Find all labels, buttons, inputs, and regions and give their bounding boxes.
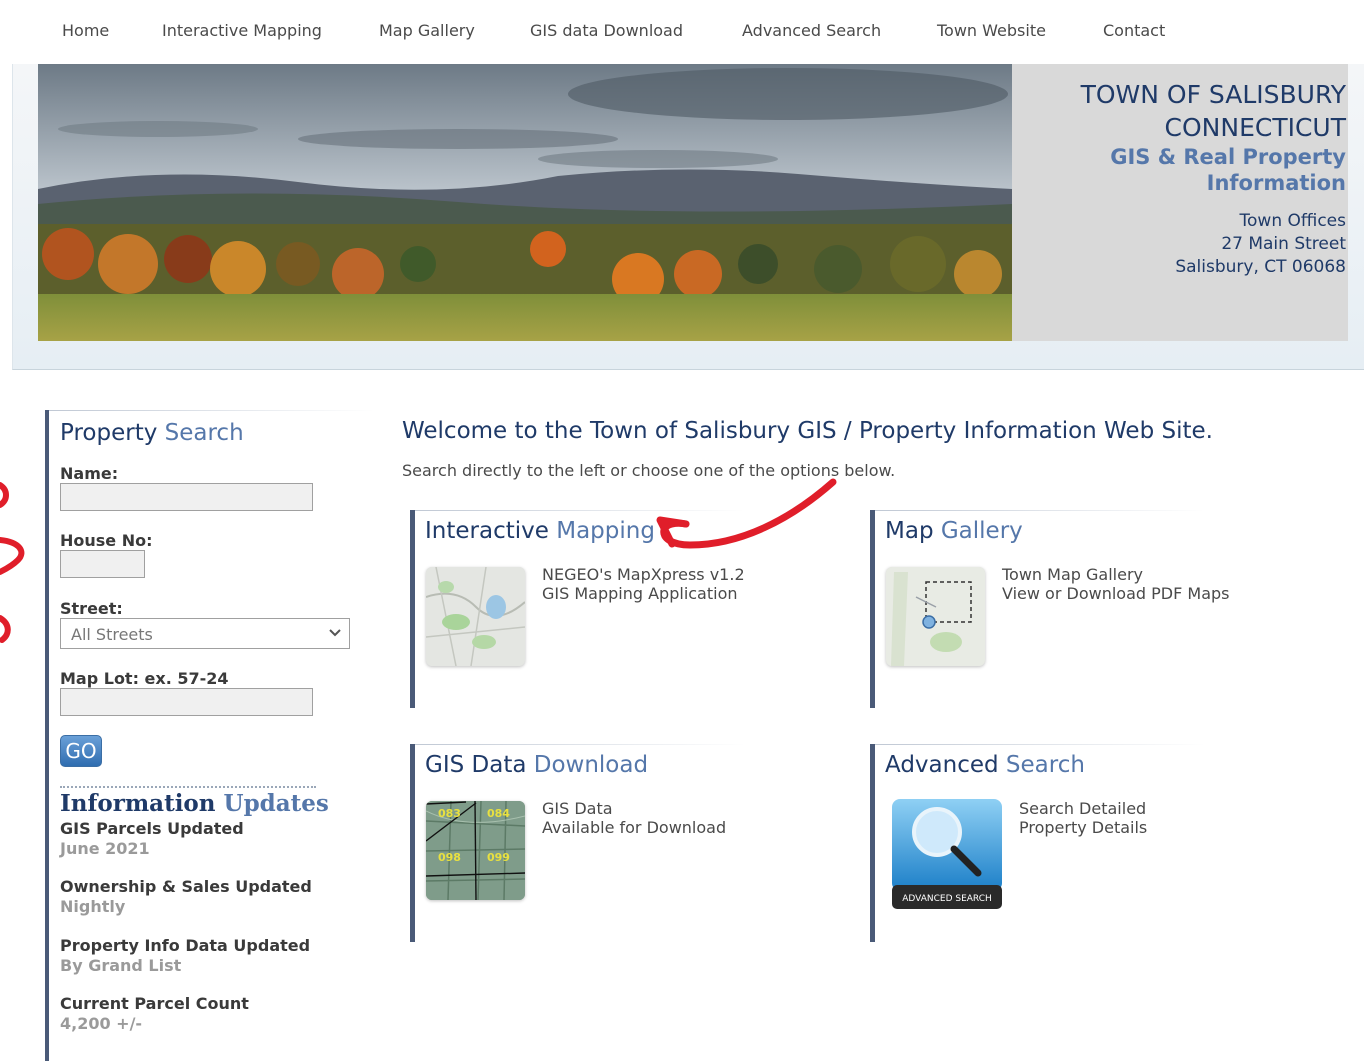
card-title-part2: Download (533, 752, 649, 778)
house-no-input[interactable] (60, 550, 145, 578)
advanced-search-thumb-label: ADVANCED SEARCH (902, 894, 992, 904)
card-description-line1: Search Detailed (1019, 799, 1147, 818)
site-subtitle-line1: GIS & Real Property (1110, 145, 1346, 169)
header-title-box: TOWN OF SALISBURY CONNECTICUT GIS & Real… (1012, 64, 1348, 341)
card-title-part1: Map (885, 518, 941, 544)
property-search-sidebar: Property Search Name: House No: Street: … (45, 410, 374, 1061)
card-description-line1: Town Map Gallery (1002, 565, 1143, 584)
update-item-value: Nightly (60, 897, 126, 916)
address-line1: Town Offices (1239, 211, 1346, 231)
address-line3: Salisbury, CT 06068 (1175, 257, 1346, 277)
card-title-part2: Gallery (940, 518, 1023, 544)
nav-interactive-mapping[interactable]: Interactive Mapping (162, 21, 322, 40)
card-description: Town Map Gallery View or Download PDF Ma… (1002, 565, 1229, 603)
red-mark-edge (0, 615, 11, 643)
card-top-rule (415, 510, 745, 511)
card-top-rule (415, 744, 745, 745)
information-updates-title: Information Updates (60, 790, 329, 817)
nav-town-website[interactable]: Town Website (937, 21, 1046, 40)
house-no-label: House No: (60, 531, 153, 550)
card-title-part2: Mapping (556, 518, 655, 544)
update-item-key: Property Info Data Updated (60, 936, 311, 955)
update-item: Current Parcel Count 4,200 +/- (60, 994, 249, 1034)
address-line2: 27 Main Street (1221, 234, 1346, 254)
nav-contact[interactable]: Contact (1103, 21, 1165, 40)
card-title[interactable]: Map Gallery (885, 518, 1023, 544)
card-description-line1: NEGEO's MapXpress v1.2 (542, 565, 745, 584)
site-subtitle-line2: Information (1206, 171, 1346, 195)
town-address: Town Offices 27 Main Street Salisbury, C… (1012, 210, 1346, 279)
sidebar-top-rule (49, 410, 374, 411)
interactive-map-thumbnail[interactable] (426, 567, 525, 666)
grid-label: 084 (487, 807, 510, 820)
state-name: CONNECTICUT (1164, 113, 1346, 142)
card-title-part1: GIS Data (425, 752, 534, 778)
red-mark-edge (0, 537, 25, 575)
card-description-line2: Property Details (1019, 818, 1148, 837)
town-name: TOWN OF SALISBURY (1080, 80, 1346, 109)
card-interactive-mapping[interactable]: Interactive Mapping NEGEO's MapXpress v1… (410, 510, 745, 708)
update-item-key: Ownership & Sales Updated (60, 877, 312, 896)
card-title-part1: Advanced (885, 752, 1006, 778)
street-label: Street: (60, 599, 123, 618)
welcome-heading: Welcome to the Town of Salisbury GIS / P… (402, 418, 1213, 444)
card-description-line2: GIS Mapping Application (542, 584, 738, 603)
card-description: Search Detailed Property Details (1019, 799, 1147, 837)
nav-home[interactable]: Home (62, 21, 109, 40)
gis-data-download-thumbnail[interactable]: 083 084 098 099 (426, 801, 525, 900)
red-mark-edge (0, 482, 9, 508)
information-updates-title-part2: Updates (223, 790, 329, 817)
card-description: GIS Data Available for Download (542, 799, 726, 837)
go-button[interactable]: GO (60, 735, 102, 767)
advanced-search-thumbnail[interactable]: ADVANCED SEARCH (890, 799, 1005, 912)
map-lot-label: Map Lot: ex. 57-24 (60, 669, 229, 688)
welcome-subtext: Search directly to the left or choose on… (402, 461, 896, 480)
map-gallery-thumbnail[interactable] (886, 567, 985, 666)
grid-label: 099 (487, 851, 510, 864)
nav-advanced-search[interactable]: Advanced Search (742, 21, 881, 40)
grid-label: 098 (438, 851, 461, 864)
card-description-line2: Available for Download (542, 818, 727, 837)
card-title-part1: Interactive (425, 518, 557, 544)
card-top-rule (875, 510, 1205, 511)
property-search-title: Property Search (60, 420, 244, 446)
card-top-rule (875, 744, 1205, 745)
top-nav: Home Interactive Mapping Map Gallery GIS… (0, 0, 1364, 64)
card-description: NEGEO's MapXpress v1.2 GIS Mapping Appli… (542, 565, 745, 603)
name-label: Name: (60, 464, 119, 483)
update-item-value: 4,200 +/- (60, 1014, 143, 1033)
card-map-gallery[interactable]: Map Gallery Town Map Gallery View or Dow… (870, 510, 1229, 708)
card-advanced-search[interactable]: Advanced Search ADVANCED SEARCH Search D… (870, 744, 1205, 942)
street-select[interactable]: All Streets (60, 618, 350, 649)
update-item-value: June 2021 (60, 839, 150, 858)
header-landscape-image (38, 64, 1012, 341)
card-gis-data-download[interactable]: GIS Data Download 083 084 098 099 GIS Da… (410, 744, 745, 942)
update-item: Ownership & Sales Updated Nightly (60, 877, 312, 917)
grid-label: 083 (438, 807, 461, 820)
card-title-part2: Search (1005, 752, 1085, 778)
name-input[interactable] (60, 483, 313, 511)
street-select-value: All Streets (71, 625, 153, 644)
nav-gis-data-download[interactable]: GIS data Download (530, 21, 683, 40)
update-item-key: GIS Parcels Updated (60, 819, 244, 838)
card-description-line1: GIS Data (542, 799, 613, 818)
card-title[interactable]: Advanced Search (885, 752, 1085, 778)
card-title[interactable]: GIS Data Download (425, 752, 648, 778)
information-updates-title-part1: Information (60, 790, 224, 817)
property-search-title-part1: Property (60, 420, 165, 446)
update-item-value: By Grand List (60, 956, 182, 975)
update-item: GIS Parcels Updated June 2021 (60, 819, 244, 859)
update-item-key: Current Parcel Count (60, 994, 249, 1013)
nav-map-gallery[interactable]: Map Gallery (379, 21, 475, 40)
property-search-title-part2: Search (164, 420, 244, 446)
card-title[interactable]: Interactive Mapping (425, 518, 655, 544)
update-item: Property Info Data Updated By Grand List (60, 936, 310, 976)
map-lot-input[interactable] (60, 688, 313, 716)
sidebar-divider (60, 786, 316, 788)
card-description-line2: View or Download PDF Maps (1002, 584, 1230, 603)
chevron-down-icon (329, 629, 341, 637)
